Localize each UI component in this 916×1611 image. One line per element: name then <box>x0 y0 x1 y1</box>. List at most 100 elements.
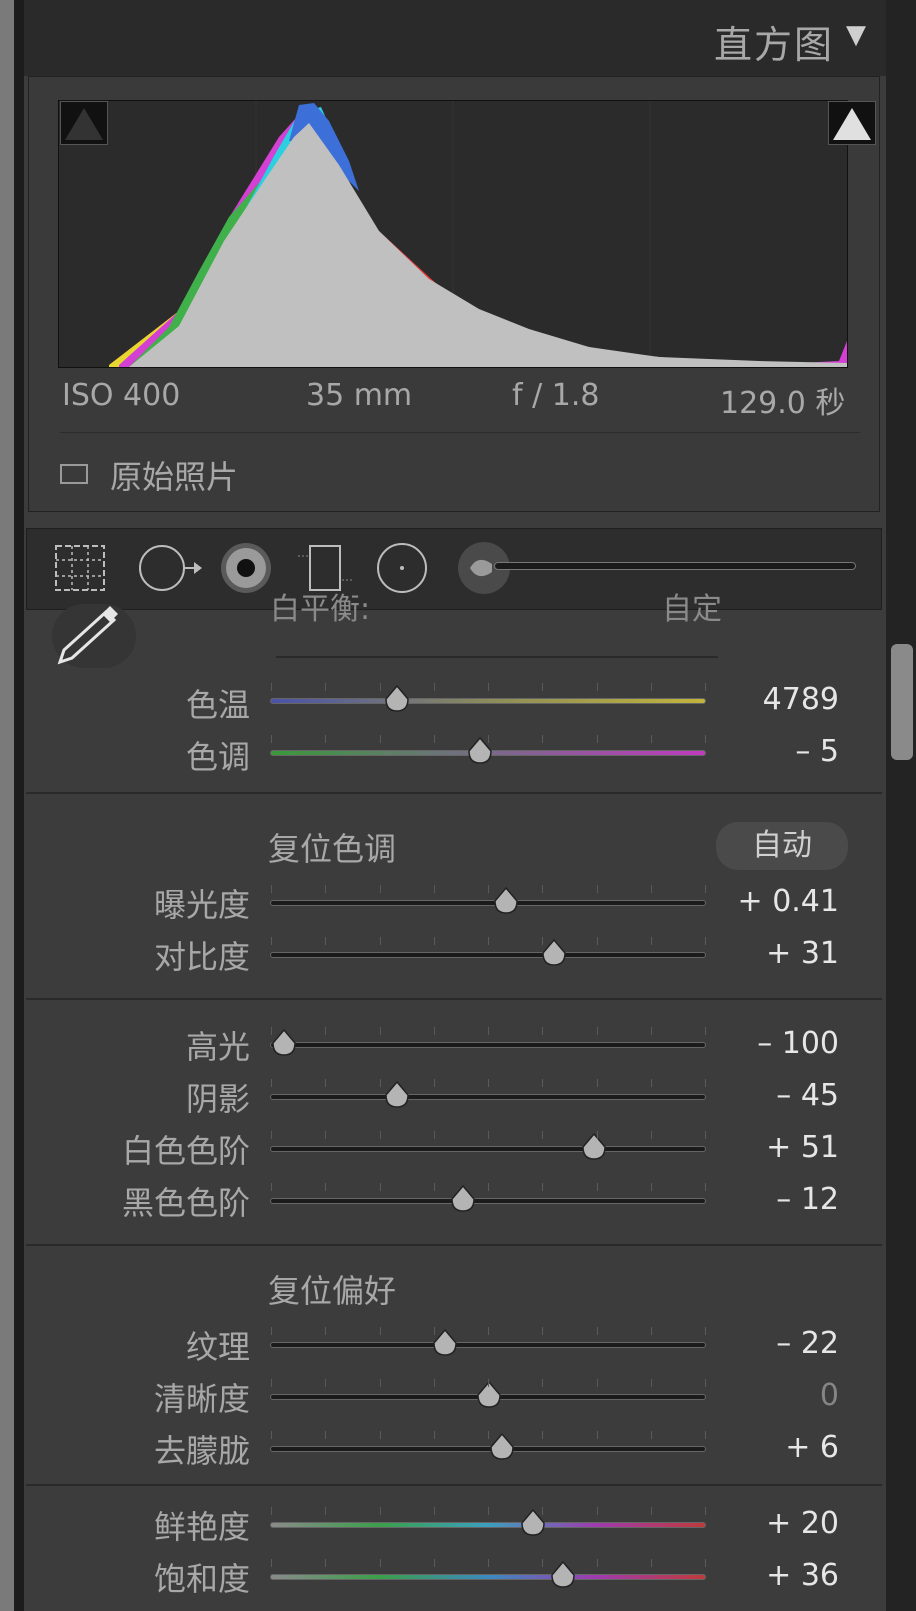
slider-tick <box>650 937 652 945</box>
brush-size-slider[interactable] <box>494 562 856 570</box>
slider-tick <box>325 683 327 691</box>
contrast-slider[interactable] <box>270 937 706 966</box>
slider-tick <box>325 1183 327 1191</box>
slider-tick <box>379 1559 381 1567</box>
crop-tool-button[interactable] <box>52 540 108 596</box>
exif-focal-length: 35 mm <box>306 378 413 413</box>
vibrance-slider[interactable] <box>270 1507 706 1536</box>
contrast-value[interactable]: + 31 <box>699 936 839 971</box>
histogram-header[interactable]: 直方图 ▼ <box>24 0 886 76</box>
slider-tick <box>488 1183 489 1191</box>
blacks-label: 黑色色阶 <box>121 1184 250 1222</box>
scrollbar-thumb[interactable] <box>891 644 913 760</box>
saturation-value[interactable]: + 36 <box>699 1558 839 1593</box>
radial-filter-icon <box>377 543 427 593</box>
highlights-value[interactable]: – 100 <box>699 1026 839 1061</box>
scrollbar-track[interactable] <box>886 0 916 1611</box>
histogram-graph[interactable] <box>58 100 848 368</box>
slider-thumb[interactable] <box>476 1380 502 1409</box>
slider-tick <box>271 683 272 691</box>
vibrance-value[interactable]: + 20 <box>699 1506 839 1541</box>
slider-tick <box>650 1559 652 1567</box>
slider-tick <box>596 1327 598 1335</box>
slider-tick <box>379 1079 381 1087</box>
slider-tick <box>271 1079 272 1087</box>
slider-tick <box>488 1327 489 1335</box>
blacks-value[interactable]: – 12 <box>699 1182 839 1217</box>
slider-tick <box>650 1079 652 1087</box>
slider-tick <box>271 1327 272 1335</box>
radial-filter-tool-button[interactable] <box>374 540 430 596</box>
slider-thumb[interactable] <box>493 886 519 915</box>
tint-slider[interactable] <box>270 735 706 764</box>
shadow-clip-triangle-icon <box>65 108 103 140</box>
slider-tick <box>650 1027 652 1035</box>
section-separator <box>26 998 882 1000</box>
slider-thumb[interactable] <box>384 684 410 713</box>
wb-eyedropper-button[interactable] <box>52 604 136 668</box>
slider-tick <box>650 1131 652 1139</box>
slider-tick <box>542 1559 544 1567</box>
collapse-triangle-icon[interactable]: ▼ <box>846 20 866 50</box>
slider-tick <box>433 1379 435 1387</box>
slider-tick <box>271 1131 272 1139</box>
slider-tick <box>379 1507 381 1515</box>
texture-slider[interactable] <box>270 1327 706 1356</box>
slider-thumb[interactable] <box>271 1028 297 1057</box>
slider-thumb[interactable] <box>384 1080 410 1109</box>
slider-thumb[interactable] <box>550 1560 576 1589</box>
red-eye-tool-button[interactable] <box>218 540 274 596</box>
shadow-clipping-button[interactable] <box>60 101 108 145</box>
slider-tick <box>542 735 544 743</box>
exposure-slider[interactable] <box>270 885 706 914</box>
original-photo-checkbox[interactable] <box>60 464 88 484</box>
slider-tick <box>325 1327 327 1335</box>
slider-thumb[interactable] <box>467 736 493 765</box>
slider-tick <box>542 1027 544 1035</box>
exposure-value[interactable]: + 0.41 <box>699 884 839 919</box>
slider-tick <box>488 1079 489 1087</box>
slider-tick <box>433 885 435 893</box>
slider-thumb[interactable] <box>432 1328 458 1357</box>
slider-tick <box>596 683 598 691</box>
tint-value[interactable]: – 5 <box>699 734 839 769</box>
slider-tick <box>379 683 381 691</box>
temp-value[interactable]: 4789 <box>699 682 839 717</box>
dehaze-value[interactable]: + 6 <box>699 1430 839 1465</box>
slider-tick <box>542 885 544 893</box>
blacks-slider[interactable] <box>270 1183 706 1212</box>
slider-tick <box>650 1183 652 1191</box>
shadows-slider[interactable] <box>270 1079 706 1108</box>
shadows-value[interactable]: – 45 <box>699 1078 839 1113</box>
dehaze-slider[interactable] <box>270 1431 706 1460</box>
slider-thumb[interactable] <box>489 1432 515 1461</box>
clarity-slider[interactable] <box>270 1379 706 1408</box>
slider-tick <box>542 1379 544 1387</box>
slider-tick <box>488 885 489 893</box>
slider-tick <box>271 735 272 743</box>
temp-label: 色温 <box>185 686 250 724</box>
slider-tick <box>542 1131 544 1139</box>
clarity-label: 清晰度 <box>153 1380 250 1418</box>
highlights-slider[interactable] <box>270 1027 706 1056</box>
slider-thumb[interactable] <box>541 938 567 967</box>
slider-thumb[interactable] <box>450 1184 476 1213</box>
histogram-title: 直方图 <box>713 23 834 67</box>
saturation-slider[interactable] <box>270 1559 706 1588</box>
slider-tick <box>596 735 598 743</box>
reset-tone-label[interactable]: 复位色调 <box>268 824 396 870</box>
texture-value[interactable]: – 22 <box>699 1326 839 1361</box>
whites-value[interactable]: + 51 <box>699 1130 839 1165</box>
slider-tick <box>650 1431 652 1439</box>
auto-tone-button[interactable]: 自动 <box>716 822 848 870</box>
slider-tick <box>596 1559 598 1567</box>
slider-thumb[interactable] <box>581 1132 607 1161</box>
wb-preset-dropdown[interactable]: 自定 <box>662 584 722 628</box>
temp-slider[interactable] <box>270 683 706 712</box>
highlight-clipping-button[interactable] <box>828 101 876 145</box>
spot-removal-tool-button[interactable] <box>136 540 206 596</box>
slider-tick <box>325 1379 327 1387</box>
clarity-value[interactable]: 0 <box>699 1378 839 1413</box>
whites-slider[interactable] <box>270 1131 706 1160</box>
reset-presence-label[interactable]: 复位偏好 <box>268 1266 396 1312</box>
